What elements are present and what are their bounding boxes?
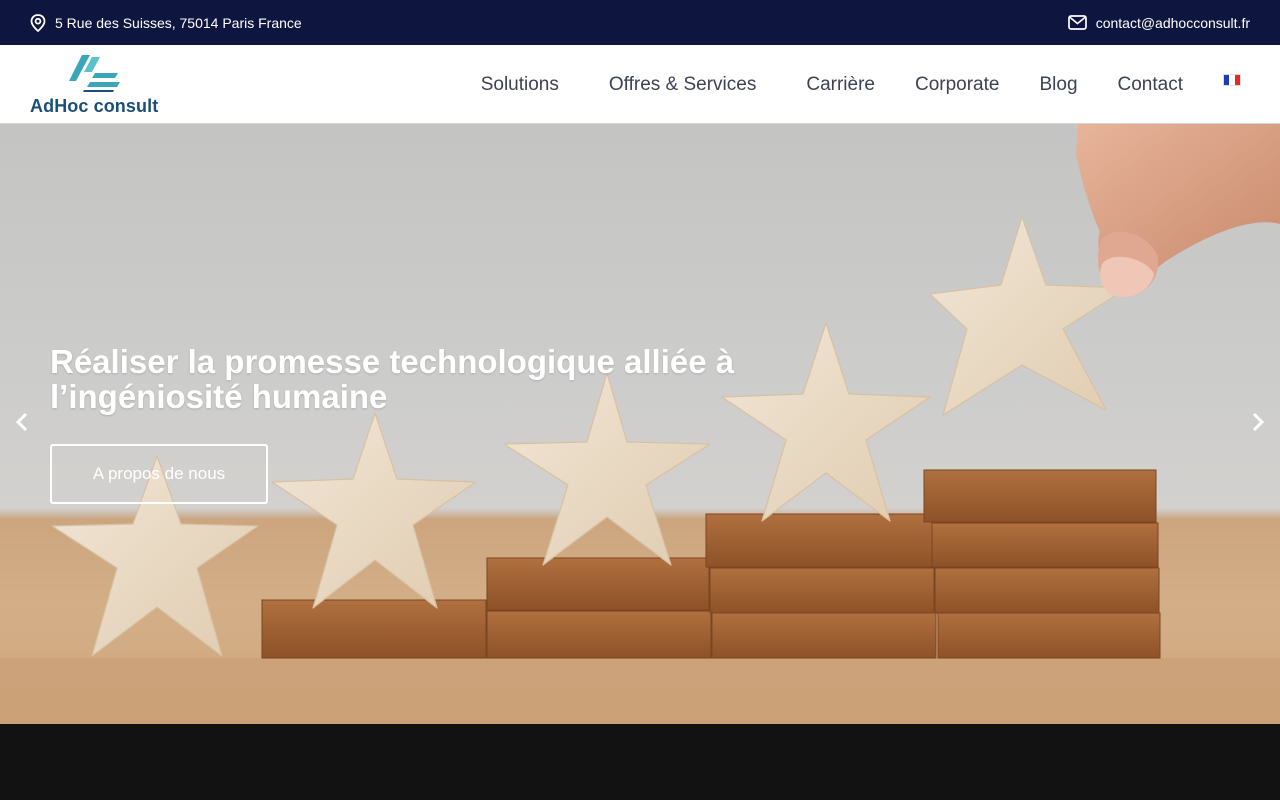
hero-image-stars-blocks [0,124,1280,724]
nav-item-blog[interactable]: Blog [1039,74,1077,96]
nav-item-contact[interactable]: Contact [1118,74,1183,96]
logo-text: AdHoc consult [30,96,159,116]
email-item[interactable]: contact@adhocconsult.fr [1067,15,1250,31]
nav-item-corporate[interactable]: Corporate [915,74,1000,96]
chevron-right-icon[interactable] [1246,410,1270,434]
chevron-left-icon[interactable] [10,410,34,434]
site-header: AdHoc consult Solutions Offres & Service… [0,45,1280,124]
site-logo[interactable]: AdHoc consult [30,54,170,116]
nav-item-solutions[interactable]: Solutions [481,74,559,96]
nav-item-offres-services[interactable]: Offres & Services [609,74,756,96]
email-link[interactable]: contact@adhocconsult.fr [1096,15,1250,31]
french-flag-icon[interactable] [1223,73,1241,86]
nav-item-carriere[interactable]: Carrière [806,74,875,96]
main-nav: Solutions Offres & Services Carrière Cor… [481,45,1280,124]
address-text: 5 Rue des Suisses, 75014 Paris France [55,14,302,31]
about-us-button[interactable]: A propos de nous [50,444,268,504]
next-section [0,724,1280,800]
address-item: 5 Rue des Suisses, 75014 Paris France [30,13,302,32]
envelope-icon [1067,15,1087,30]
topbar: 5 Rue des Suisses, 75014 Paris France co… [0,0,1280,45]
hero-slider: Réaliser la promesse technologique allié… [0,124,1280,724]
map-pin-icon [30,13,46,32]
hero-headline: Réaliser la promesse technologique allié… [50,343,735,415]
logo-mark-icon [69,55,120,92]
